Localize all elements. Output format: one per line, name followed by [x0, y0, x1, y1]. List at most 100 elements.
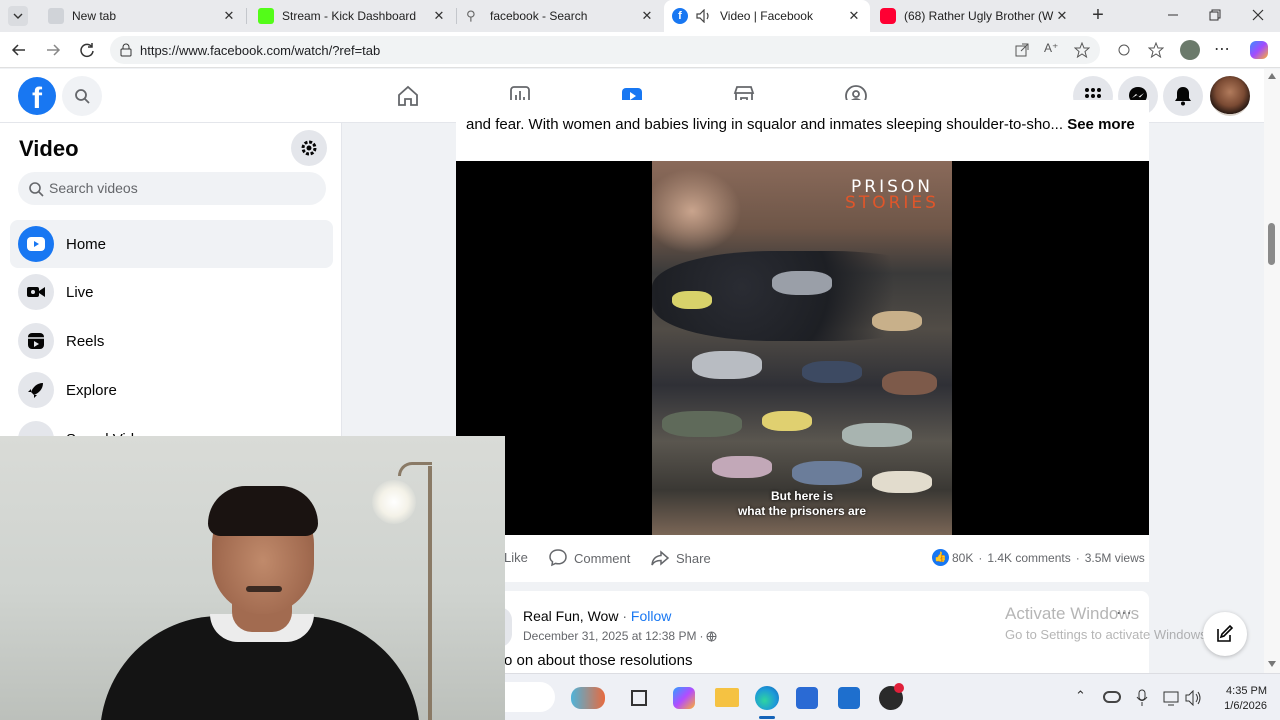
scroll-down-arrow[interactable] — [1268, 661, 1276, 667]
view-count: 3.5M views — [1084, 550, 1145, 565]
sidebar-item-reels[interactable]: Reels — [10, 317, 333, 365]
store-icon[interactable] — [796, 687, 818, 709]
tab-actions-button[interactable] — [8, 6, 28, 26]
close-window-button[interactable] — [1249, 6, 1267, 24]
lock-icon[interactable] — [119, 43, 133, 57]
file-explorer-icon[interactable] — [715, 688, 739, 707]
activate-windows-watermark: Activate Windows Go to Settings to activ… — [1005, 604, 1211, 642]
like-reaction-icon: 👍 — [932, 549, 949, 566]
scroll-up-arrow[interactable] — [1268, 73, 1276, 79]
favorites-icon[interactable] — [1148, 42, 1164, 58]
edge-icon[interactable] — [755, 686, 779, 710]
browser-tab-kick[interactable]: Stream - Kick Dashboard ✕ — [250, 0, 455, 32]
onedrive-icon[interactable] — [1103, 691, 1121, 703]
refresh-button[interactable] — [76, 39, 98, 61]
post-caption: and fear. With women and babies living i… — [466, 115, 1142, 135]
read-aloud-icon[interactable]: A⁺ — [1044, 41, 1058, 55]
back-button[interactable] — [8, 39, 30, 61]
watch-icon — [18, 226, 54, 262]
task-view-icon[interactable] — [631, 690, 647, 706]
gear-icon — [301, 140, 317, 156]
person-hair — [208, 486, 318, 536]
page-scrollbar[interactable] — [1264, 69, 1280, 673]
search-button[interactable] — [62, 76, 102, 116]
url-text: https://www.facebook.com/watch/?ref=tab — [140, 43, 381, 58]
close-icon[interactable]: ✕ — [639, 8, 655, 24]
sidebar-item-explore[interactable]: Explore — [10, 366, 333, 414]
outlook-icon[interactable] — [838, 687, 860, 709]
comment-count[interactable]: 1.4K comments — [987, 551, 1070, 565]
video-frame[interactable]: PRISON STORIES But here is what the pris… — [652, 161, 952, 535]
open-in-app-icon[interactable] — [1014, 42, 1030, 58]
tab-title: facebook - Search — [490, 9, 588, 23]
forward-button[interactable] — [42, 39, 64, 61]
sidebar-item-home[interactable]: Home — [10, 220, 333, 268]
close-icon[interactable]: ✕ — [1054, 8, 1070, 24]
minimize-icon — [1168, 14, 1178, 16]
comment-icon — [549, 549, 567, 567]
copilot-taskbar-icon[interactable] — [673, 687, 695, 709]
notifications-button[interactable] — [1163, 76, 1203, 116]
browser-tab-facebook-search[interactable]: ⚲ facebook - Search ✕ — [458, 0, 663, 32]
speaker-icon[interactable] — [696, 9, 712, 23]
post-date[interactable]: December 31, 2025 at 12:38 PM — [523, 629, 696, 643]
arrow-left-icon — [11, 44, 25, 56]
home-icon — [398, 85, 418, 106]
follow-link[interactable]: Follow — [631, 608, 671, 624]
microphone-icon[interactable] — [1135, 689, 1149, 707]
reaction-count[interactable]: 80K — [952, 551, 973, 565]
chevron-down-icon — [13, 13, 23, 19]
network-icon[interactable] — [1163, 690, 1181, 706]
address-bar[interactable]: https://www.facebook.com/watch/?ref=tab … — [110, 36, 1100, 64]
browser-tab-new-tab[interactable]: New tab ✕ — [40, 0, 245, 32]
copilot-icon[interactable] — [1250, 41, 1268, 59]
post-author[interactable]: Real Fun, Wow — [523, 608, 618, 624]
post-stats: 👍 80K · 1.4K comments · 3.5M views — [932, 549, 1145, 566]
comment-button[interactable]: Comment — [548, 548, 630, 568]
refresh-icon — [80, 43, 94, 58]
search-videos-input[interactable]: Search videos — [18, 172, 326, 205]
tab-title: Stream - Kick Dashboard — [282, 9, 417, 23]
restore-icon — [1209, 9, 1221, 21]
scrollbar-thumb[interactable] — [1268, 223, 1275, 265]
caption-text: and fear. With women and babies living i… — [466, 116, 1064, 133]
browser-profile-avatar[interactable] — [1180, 40, 1200, 60]
lamp-glow — [372, 480, 416, 524]
browser-tab-video-facebook[interactable]: f Video | Facebook ✕ — [664, 0, 870, 32]
chevron-up-icon[interactable]: ⌃ — [1075, 688, 1086, 704]
like-button[interactable]: Like — [504, 550, 528, 565]
video-settings-button[interactable] — [291, 130, 327, 166]
globe-icon — [706, 631, 717, 642]
see-more-link[interactable]: See more — [1067, 116, 1135, 133]
star-icon[interactable] — [1074, 42, 1090, 58]
nav-tab-home[interactable] — [352, 69, 464, 123]
windows-taskbar: ⌃ 4:35 PM 1/6/2026 — [505, 673, 1280, 720]
compose-icon — [1217, 624, 1234, 642]
taskbar-search-box[interactable] — [505, 682, 555, 712]
search-icon — [29, 182, 44, 197]
profile-avatar[interactable] — [1210, 76, 1250, 116]
new-message-button[interactable] — [1203, 612, 1247, 656]
sidebar-item-live[interactable]: Live — [10, 268, 333, 316]
close-icon[interactable]: ✕ — [221, 8, 237, 24]
more-icon[interactable]: ⋯ — [1214, 39, 1230, 59]
widgets-icon[interactable] — [571, 687, 605, 709]
recording-badge — [894, 683, 904, 693]
facebook-logo[interactable]: f — [18, 77, 56, 115]
system-clock[interactable]: 4:35 PM 1/6/2026 — [1215, 684, 1267, 714]
volume-icon[interactable] — [1185, 690, 1203, 706]
browser-tab-youtube[interactable]: (68) Rather Ugly Brother (With ✕ — [872, 0, 1078, 32]
post-action-bar: Like Comment Share 👍 80K · 1.4K comments… — [456, 540, 1149, 576]
minimize-button[interactable] — [1164, 6, 1182, 24]
video-player[interactable]: PRISON STORIES But here is what the pris… — [456, 161, 1149, 535]
sidebar-item-label: Home — [66, 235, 107, 253]
restore-button[interactable] — [1206, 6, 1224, 24]
rocket-icon — [18, 372, 54, 408]
close-icon[interactable]: ✕ — [846, 8, 862, 24]
extensions-icon[interactable] — [1116, 42, 1132, 58]
close-icon[interactable]: ✕ — [431, 8, 447, 24]
tab-title: New tab — [72, 9, 117, 23]
new-tab-button[interactable]: + — [1086, 4, 1110, 28]
webcam-overlay — [0, 436, 505, 720]
share-button[interactable]: Share — [650, 548, 711, 568]
